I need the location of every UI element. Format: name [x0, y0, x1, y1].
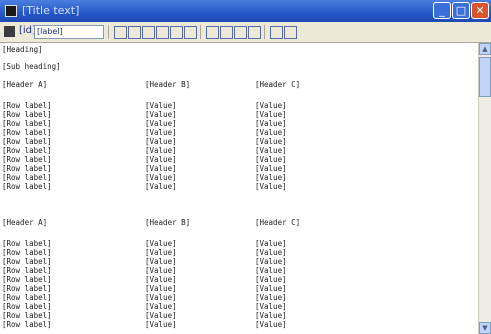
table-cell: [Value] — [145, 119, 177, 128]
report-heading: [Heading] — [2, 45, 43, 54]
table-cell: [Value] — [145, 302, 177, 311]
report-content: [Heading] [Sub heading] [Header A] [Head… — [0, 43, 478, 334]
table-cell: [Value] — [145, 173, 177, 182]
window-icon[interactable] — [270, 26, 283, 39]
table-cell: [Value] — [255, 101, 287, 110]
scroll-thumb[interactable] — [479, 57, 491, 97]
table-cell: [Value] — [145, 275, 177, 284]
edit-icon[interactable] — [284, 26, 297, 39]
table-cell: [Value] — [255, 248, 287, 257]
save-icon[interactable] — [4, 26, 15, 37]
zoom-icon[interactable] — [114, 26, 127, 39]
chart-icon[interactable] — [128, 26, 141, 39]
grid-icon[interactable] — [184, 26, 197, 39]
table-cell: [Value] — [145, 137, 177, 146]
section1-col3-header: [Header C] — [255, 80, 301, 89]
section2-col1-header: [Header A] — [2, 218, 48, 227]
table-cell: [Value] — [145, 293, 177, 302]
table-cell: [Value] — [255, 320, 287, 329]
table-cell: [Value] — [145, 239, 177, 248]
table-cell: [Value] — [255, 311, 287, 320]
section1-col1-header: [Header A] — [2, 80, 48, 89]
table-cell: [Row label] — [2, 128, 52, 137]
table-cell: [Value] — [255, 275, 287, 284]
close-button[interactable]: ✕ — [471, 2, 489, 19]
toolbar-separator — [264, 25, 265, 39]
section1-col2-header: [Header B] — [145, 80, 191, 89]
table-cell: [Row label] — [2, 320, 52, 329]
table-cell: [Value] — [255, 128, 287, 137]
table-cell: [Value] — [255, 110, 287, 119]
table-cell: [Value] — [145, 101, 177, 110]
table-cell: [Row label] — [2, 101, 52, 110]
table-icon[interactable] — [142, 26, 155, 39]
table-cell: [Value] — [145, 182, 177, 191]
table-cell: [Value] — [145, 146, 177, 155]
table-cell: [Value] — [255, 239, 287, 248]
table-cell: [Value] — [255, 146, 287, 155]
minimize-button[interactable]: _ — [433, 2, 451, 19]
table-cell: [Value] — [145, 257, 177, 266]
maximize-button[interactable]: □ — [452, 2, 470, 19]
table-cell: [Row label] — [2, 137, 52, 146]
toolbar-separator — [200, 25, 201, 39]
font-icon[interactable] — [156, 26, 169, 39]
table-cell: [Row label] — [2, 293, 52, 302]
settings-icon[interactable] — [248, 26, 261, 39]
table-cell: [Value] — [255, 182, 287, 191]
scroll-up-icon[interactable]: ▲ — [479, 43, 491, 55]
table-cell: [Row label] — [2, 257, 52, 266]
report-subheading: [Sub heading] — [2, 62, 61, 71]
section2-col2-header: [Header B] — [145, 218, 191, 227]
toolbar-separator — [108, 25, 109, 39]
vertical-scrollbar[interactable]: ▲ ▼ — [478, 43, 491, 334]
table-cell: [Value] — [255, 119, 287, 128]
print-icon[interactable] — [220, 26, 233, 39]
table-cell: [Value] — [145, 128, 177, 137]
app-icon — [5, 5, 17, 17]
table-cell: [Value] — [145, 110, 177, 119]
table-cell: [Value] — [255, 137, 287, 146]
table-cell: [Value] — [255, 284, 287, 293]
table-cell: [Row label] — [2, 164, 52, 173]
table-cell: [Value] — [145, 164, 177, 173]
table-cell: [Value] — [255, 266, 287, 275]
ticker-dropdown[interactable]: [label] — [34, 25, 104, 39]
section2-col3-header: [Header C] — [255, 218, 301, 227]
table-cell: [Row label] — [2, 119, 52, 128]
table-cell: [Row label] — [2, 146, 52, 155]
table-cell: [Value] — [145, 311, 177, 320]
table-cell: [Value] — [145, 320, 177, 329]
table-cell: [Row label] — [2, 266, 52, 275]
table-cell: [Row label] — [2, 275, 52, 284]
table-cell: [Row label] — [2, 311, 52, 320]
title-bar: [Title text] _ □ ✕ — [0, 0, 491, 22]
table-cell: [Value] — [145, 248, 177, 257]
table-cell: [Value] — [255, 155, 287, 164]
table-cell: [Value] — [255, 173, 287, 182]
table-cell: [Row label] — [2, 248, 52, 257]
table-cell: [Row label] — [2, 182, 52, 191]
table-cell: [Value] — [255, 293, 287, 302]
window-title: [Title text] — [22, 4, 80, 17]
scroll-down-icon[interactable]: ▼ — [479, 322, 491, 334]
table-cell: [Value] — [145, 155, 177, 164]
text-icon[interactable] — [170, 26, 183, 39]
table-cell: [Row label] — [2, 239, 52, 248]
table-cell: [Row label] — [2, 302, 52, 311]
table-cell: [Value] — [255, 257, 287, 266]
table-cell: [Row label] — [2, 110, 52, 119]
table-cell: [Value] — [255, 302, 287, 311]
table-cell: [Row label] — [2, 173, 52, 182]
table-cell: [Value] — [145, 284, 177, 293]
copy-icon[interactable] — [206, 26, 219, 39]
export-icon[interactable] — [234, 26, 247, 39]
table-cell: [Row label] — [2, 284, 52, 293]
table-cell: [Value] — [145, 266, 177, 275]
table-cell: [Row label] — [2, 155, 52, 164]
toolbar: [id] [label] — [0, 22, 491, 43]
table-cell: [Value] — [255, 164, 287, 173]
